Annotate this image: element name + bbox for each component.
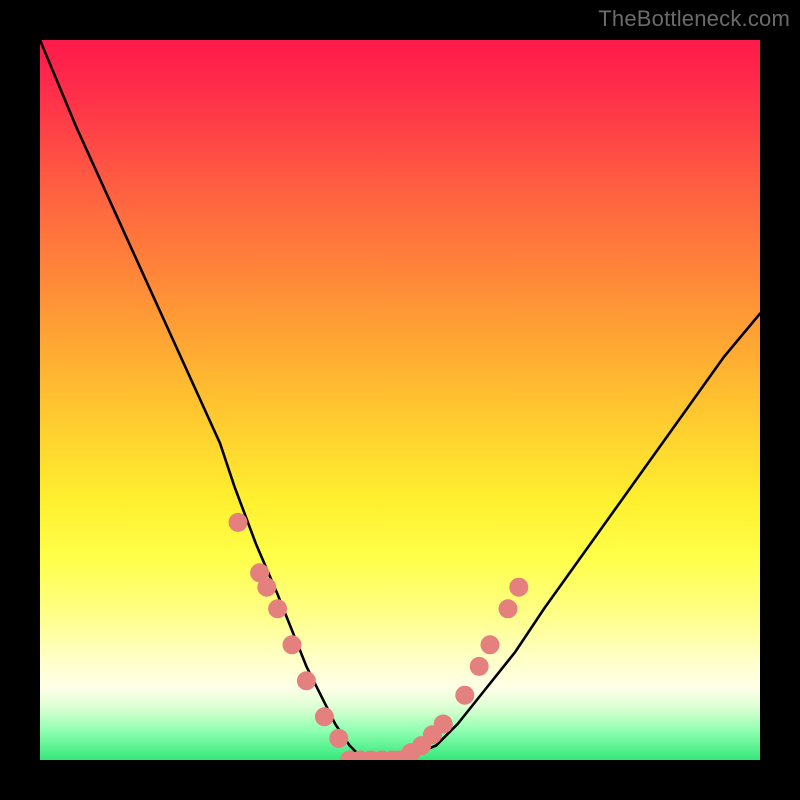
plot-area bbox=[40, 40, 760, 760]
data-point bbox=[283, 635, 302, 654]
data-point bbox=[434, 715, 453, 734]
bottleneck-curve bbox=[40, 40, 760, 760]
data-point bbox=[470, 657, 489, 676]
data-point bbox=[329, 729, 348, 748]
watermark-label: TheBottleneck.com bbox=[598, 6, 790, 32]
markers-minimum bbox=[340, 751, 402, 761]
chart-frame: TheBottleneck.com bbox=[0, 0, 800, 800]
data-point bbox=[268, 599, 287, 618]
data-point bbox=[257, 578, 276, 597]
data-point bbox=[499, 599, 518, 618]
data-point bbox=[315, 707, 334, 726]
markers-left-branch bbox=[229, 513, 349, 748]
data-point bbox=[455, 686, 474, 705]
markers-right-branch bbox=[391, 578, 529, 760]
data-point bbox=[297, 671, 316, 690]
bottleneck-chart bbox=[40, 40, 760, 760]
data-point bbox=[481, 635, 500, 654]
data-point bbox=[509, 578, 528, 597]
data-point bbox=[229, 513, 248, 532]
curve-layer bbox=[40, 40, 760, 760]
